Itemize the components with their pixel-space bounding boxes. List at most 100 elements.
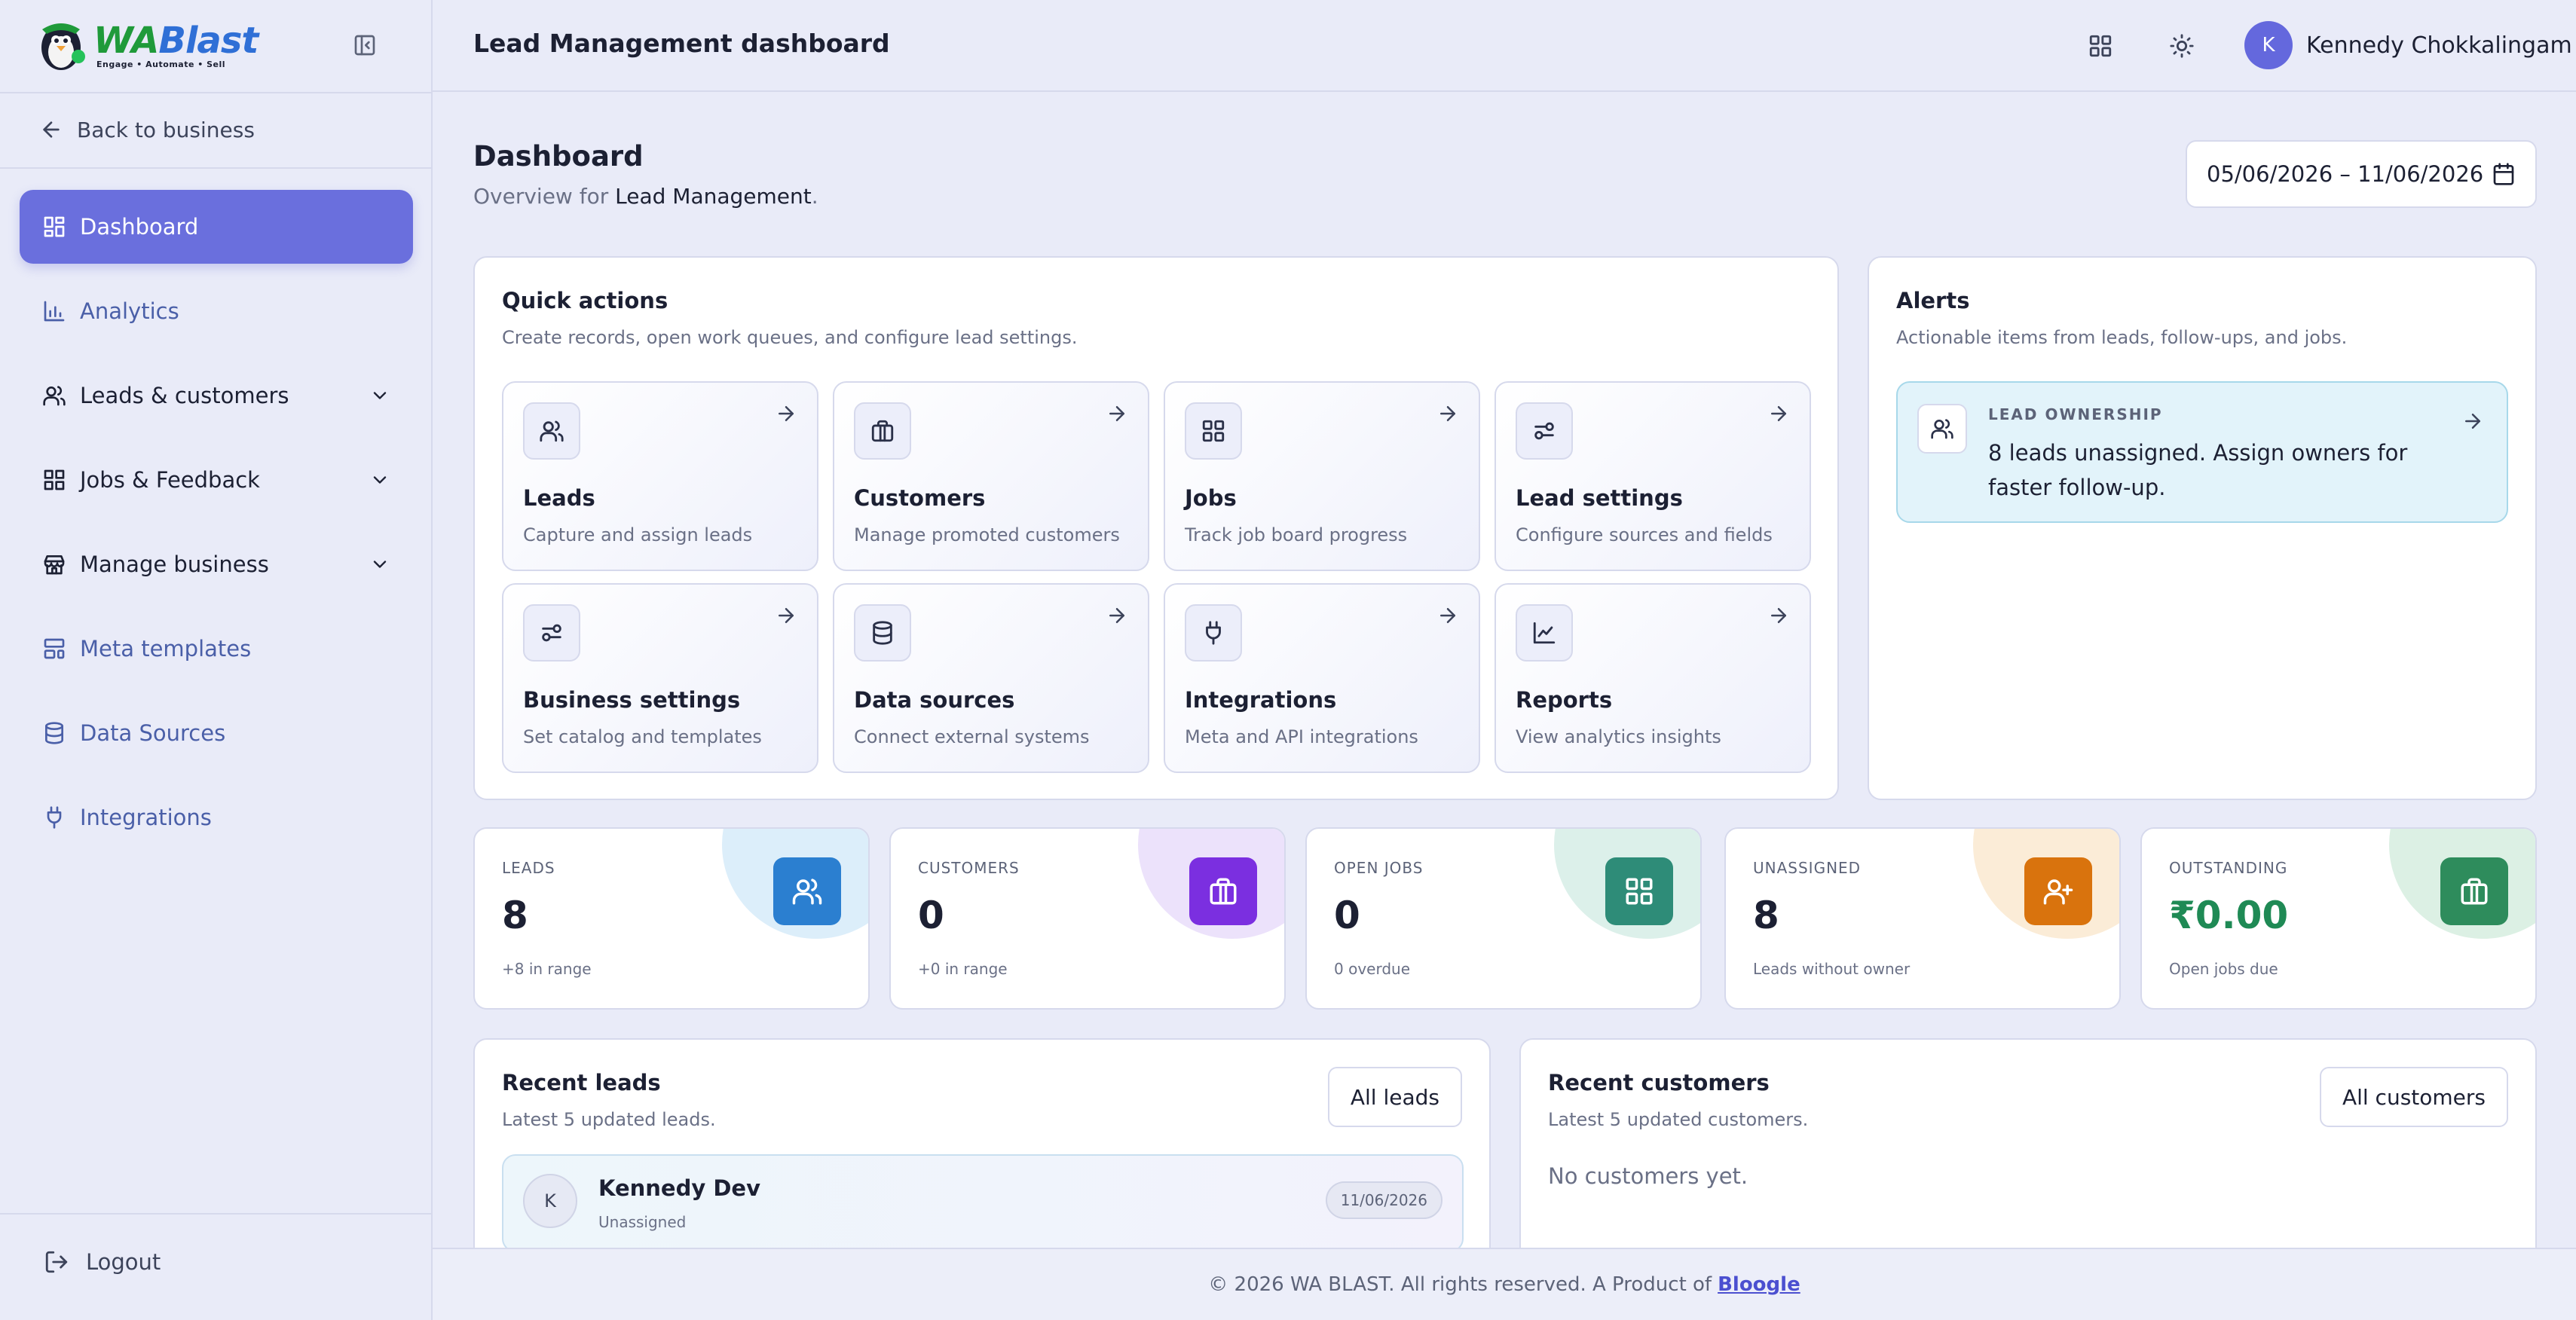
brand-text: WABlast Engage • Automate • Sell (93, 22, 259, 69)
stat-card-leads[interactable]: LEADS 8 +8 in range (473, 827, 870, 1010)
penguin-mascot-icon (41, 23, 85, 70)
quick-action-customers[interactable]: Customers Manage promoted customers (833, 381, 1149, 571)
sidebar-item-manage-business[interactable]: Manage business (20, 527, 413, 601)
tile-description: Track job board progress (1185, 524, 1408, 545)
dashboard-grid-icon (44, 216, 65, 237)
alert-lead-ownership[interactable]: LEAD OWNERSHIP 8 leads unassigned. Assig… (1896, 381, 2508, 523)
footer-product-link[interactable]: Bloogle (1718, 1273, 1800, 1296)
lead-name: Kennedy Dev (598, 1175, 760, 1201)
sidebar-item-integrations[interactable]: Integrations (20, 781, 413, 854)
arrow-right-icon (1440, 608, 1455, 623)
quick-actions-subtitle: Create records, open work queues, and co… (502, 327, 1078, 348)
theme-toggle-button[interactable] (2165, 29, 2199, 63)
stat-card-open-jobs[interactable]: OPEN JOBS 0 0 overdue (1305, 827, 1702, 1010)
quick-action-business-settings[interactable]: Business settings Set catalog and templa… (502, 583, 818, 773)
date-range-value: 05/06/2026 – 11/06/2026 (2207, 161, 2484, 187)
avatar: K (2244, 21, 2293, 69)
arrow-right-icon (1109, 406, 1124, 421)
recent-leads-subtitle: Latest 5 updated leads. (502, 1109, 716, 1130)
stat-card-customers[interactable]: CUSTOMERS 0 +0 in range (889, 827, 1286, 1010)
sidebar-divider (0, 167, 431, 169)
stat-card-unassigned[interactable]: UNASSIGNED 8 Leads without owner (1724, 827, 2121, 1010)
plug-icon (1206, 621, 1221, 645)
chevron-down-icon (373, 476, 387, 484)
date-range-picker[interactable]: 05/06/2026 – 11/06/2026 (2186, 140, 2537, 208)
tile-description: Meta and API integrations (1185, 726, 1418, 747)
tile-icon-wrap (1516, 604, 1573, 662)
stat-note: Leads without owner (1753, 960, 1911, 978)
lead-row[interactable]: K Kennedy Dev Unassigned 11/06/2026 (502, 1154, 1464, 1252)
logout-label: Logout (86, 1249, 161, 1275)
quick-action-jobs[interactable]: Jobs Track job board progress (1164, 381, 1480, 571)
tile-description: Set catalog and templates (523, 726, 762, 747)
stat-value: 0 (1334, 894, 1360, 937)
users-icon (43, 386, 66, 406)
briefcase-icon (2461, 878, 2488, 905)
users-icon (540, 420, 564, 442)
stat-note: +0 in range (918, 960, 1008, 978)
recent-leads-title: Recent leads (502, 1070, 661, 1095)
sidebar-item-analytics[interactable]: Analytics (20, 274, 413, 348)
logout-button[interactable]: Logout (44, 1249, 161, 1275)
sidebar-item-data-sources[interactable]: Data Sources (20, 696, 413, 770)
quick-action-data-sources[interactable]: Data sources Connect external systems (833, 583, 1149, 773)
chevron-down-icon (373, 561, 387, 568)
back-to-business-link[interactable]: Back to business (39, 115, 255, 145)
logout-icon (45, 1251, 68, 1273)
tile-title: Integrations (1185, 687, 1337, 713)
arrow-right-icon (1440, 406, 1455, 421)
recent-customers-title: Recent customers (1548, 1070, 1770, 1095)
sun-icon (2170, 34, 2194, 58)
sidebar: WABlast Engage • Automate • Sell Back to… (0, 0, 433, 1320)
sidebar-item-leads-customers[interactable]: Leads & customers (20, 359, 413, 432)
stat-icon-wrap (773, 857, 841, 925)
brand-logo[interactable]: WABlast Engage • Automate • Sell (33, 17, 259, 74)
quick-action-lead-settings[interactable]: Lead settings Configure sources and fiel… (1495, 381, 1811, 571)
grid-icon (1202, 420, 1225, 442)
quick-action-integrations[interactable]: Integrations Meta and API integrations (1164, 583, 1480, 773)
stat-label: UNASSIGNED (1753, 859, 1862, 877)
users-icon (792, 878, 822, 905)
tile-icon-wrap (854, 402, 911, 460)
tile-icon-wrap (523, 604, 580, 662)
quick-action-leads[interactable]: Leads Capture and assign leads (502, 381, 818, 571)
all-leads-button[interactable]: All leads (1327, 1067, 1462, 1127)
stat-icon-wrap (1189, 857, 1257, 925)
arrow-right-icon (1771, 608, 1786, 623)
sidebar-item-meta-templates[interactable]: Meta templates (20, 612, 413, 686)
header-title: Lead Management dashboard (473, 29, 890, 58)
page-subtitle: Overview for Lead Management. (473, 184, 818, 209)
sidebar-item-dashboard[interactable]: Dashboard (20, 190, 413, 264)
sidebar-item-label: Integrations (80, 805, 212, 830)
stat-card-outstanding[interactable]: OUTSTANDING ₹0.00 Open jobs due (2140, 827, 2537, 1010)
sidebar-item-label: Data Sources (80, 720, 226, 746)
tile-icon-wrap (1185, 402, 1242, 460)
template-icon (44, 638, 65, 659)
lead-date-badge: 11/06/2026 (1325, 1181, 1442, 1219)
avatar: K (523, 1174, 577, 1228)
stat-icon-wrap (2024, 857, 2092, 925)
sidebar-item-label: Dashboard (80, 214, 199, 240)
all-customers-button[interactable]: All customers (2319, 1067, 2508, 1127)
user-menu[interactable]: K Kennedy Chokkalingam (2244, 21, 2572, 69)
quick-action-reports[interactable]: Reports View analytics insights (1495, 583, 1811, 773)
apps-grid-button[interactable] (2083, 29, 2118, 63)
users-icon (1931, 419, 1953, 439)
tile-icon-wrap (523, 402, 580, 460)
quick-actions-title: Quick actions (502, 288, 668, 313)
collapse-sidebar-button[interactable] (350, 30, 380, 60)
tile-title: Business settings (523, 687, 741, 713)
sidebar-item-label: Meta templates (80, 636, 252, 662)
tile-title: Leads (523, 485, 595, 511)
sliders-icon (1534, 422, 1554, 440)
line-chart-icon (1533, 622, 1556, 644)
sidebar-item-jobs-feedback[interactable]: Jobs & Feedback (20, 443, 413, 517)
sidebar-item-label: Analytics (80, 298, 179, 324)
tile-title: Lead settings (1516, 485, 1683, 511)
sidebar-divider (0, 1213, 431, 1215)
alert-icon-wrap (1917, 404, 1967, 454)
alerts-card: Alerts Actionable items from leads, foll… (1868, 256, 2537, 800)
brand-tagline: Engage • Automate • Sell (96, 59, 226, 69)
tile-description: Configure sources and fields (1516, 524, 1773, 545)
arrow-right-icon (779, 608, 794, 623)
